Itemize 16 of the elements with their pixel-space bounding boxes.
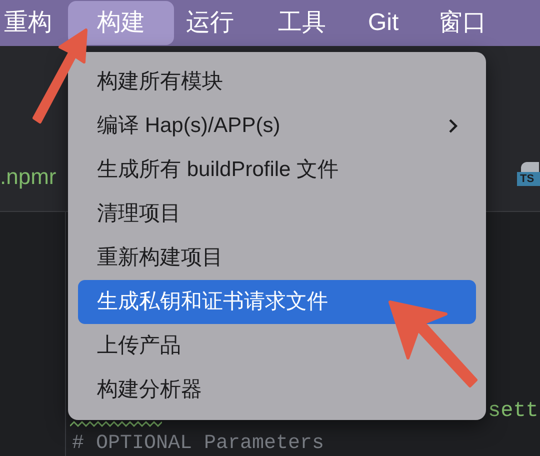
menu-item[interactable]: 重新构建项目 [78, 236, 476, 280]
menu-bar-item[interactable]: 窗口 [438, 1, 487, 45]
menu-item[interactable]: 编译 Hap(s)/APP(s) [78, 104, 476, 148]
editor-tab[interactable]: .npmr [0, 160, 56, 193]
menu-item[interactable]: 生成所有 buildProfile 文件 [78, 148, 476, 192]
menu-bar-item[interactable]: 工具 [278, 1, 326, 45]
menu-item[interactable]: 清理项目 [78, 192, 476, 236]
menu-item[interactable]: 构建分析器 [78, 368, 476, 412]
menu-bar-item[interactable]: Git [368, 1, 399, 45]
code-text: sett [488, 399, 538, 425]
menu-item[interactable]: 构建所有模块 [78, 60, 476, 104]
menu-item[interactable]: 生成私钥和证书请求文件 [78, 280, 476, 324]
menu-bar-item[interactable]: 运行 [186, 1, 234, 45]
code-comment: # OPTIONAL Parameters [72, 432, 324, 456]
menu-item[interactable]: 上传产品 [78, 324, 476, 368]
menu-bar-item[interactable]: 重构 [4, 1, 52, 45]
